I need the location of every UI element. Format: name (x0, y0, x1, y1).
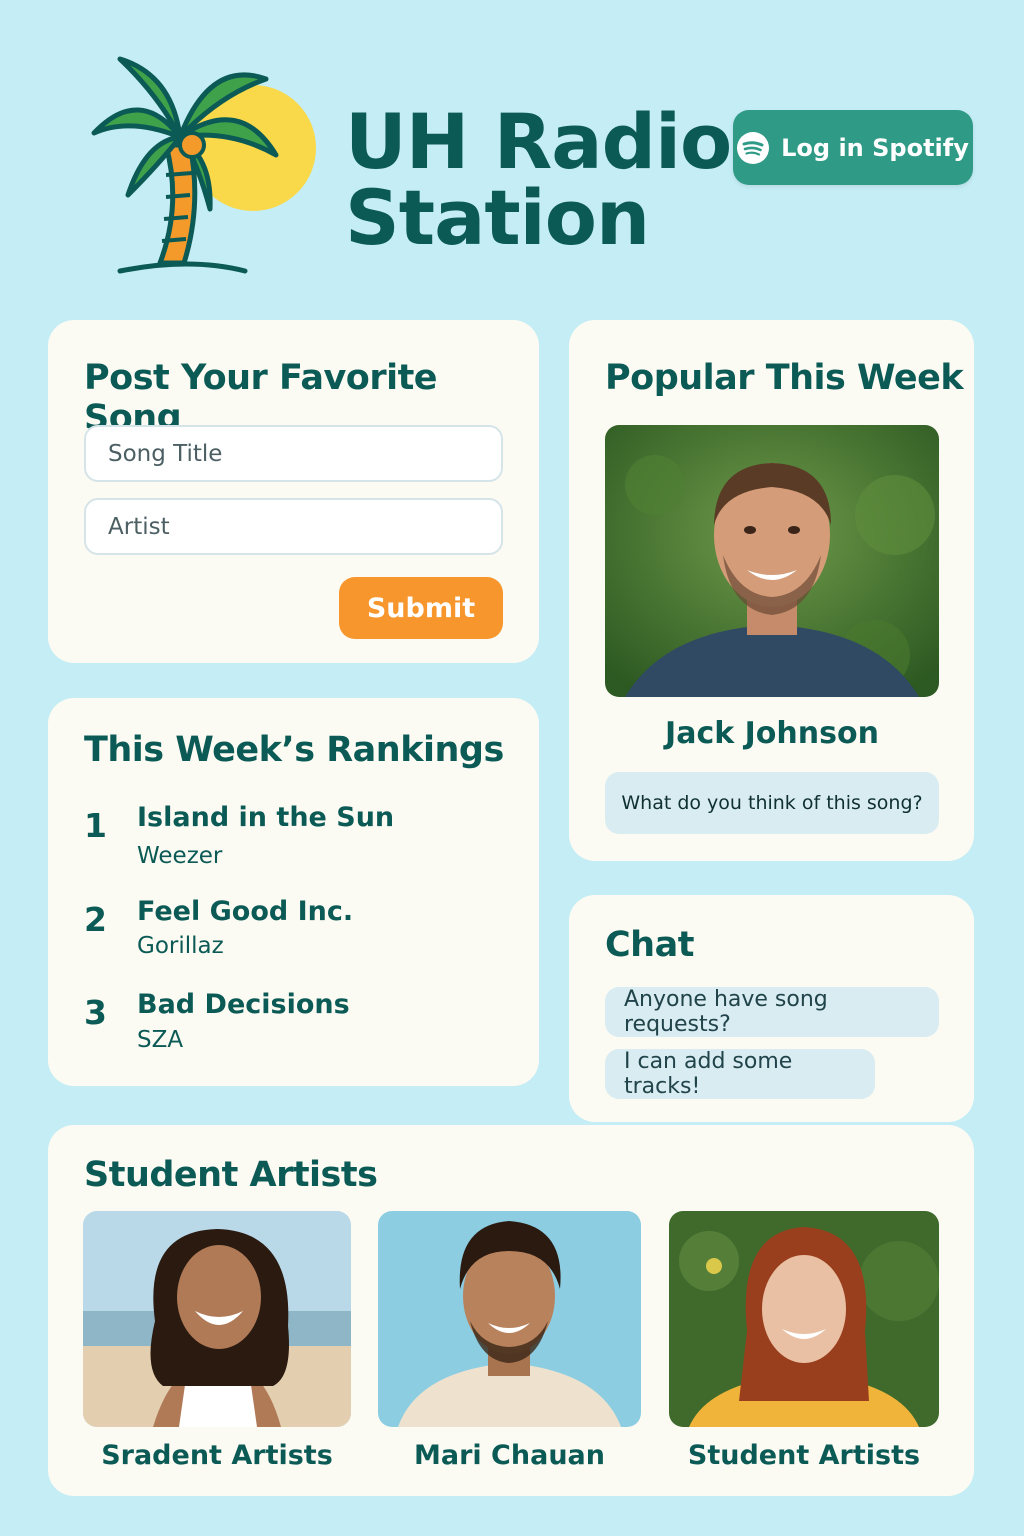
song-feedback-prompt[interactable]: What do you think of this song? (605, 772, 939, 834)
student-artist-photo[interactable] (83, 1211, 351, 1427)
submit-button[interactable]: Submit (339, 577, 503, 639)
ranking-song: Island in the Sun (137, 802, 395, 833)
spotify-login-button[interactable]: Log in Spotify (733, 110, 973, 185)
student-artist-name: Mari Chauan (414, 1440, 605, 1471)
student-artist-photo[interactable] (669, 1211, 939, 1427)
student-artists-card: Student Artists Sradent Artists Mari Cha… (48, 1125, 974, 1496)
page-title-line-2: Station (345, 173, 650, 262)
artist-portrait-image (669, 1211, 939, 1427)
palm-tree-logo-icon (91, 56, 316, 274)
chat-message: I can add some tracks! (605, 1049, 875, 1099)
spotify-icon (737, 131, 770, 164)
chat-message: Anyone have song requests? (605, 987, 939, 1037)
artist-input[interactable] (84, 498, 503, 555)
chat-card: Chat Anyone have song requests? I can ad… (569, 895, 974, 1122)
student-artist-name: Sradent Artists (101, 1440, 333, 1471)
chat-message-text: Anyone have song requests? (624, 987, 828, 1037)
popular-title: Popular This Week (605, 358, 964, 398)
ranking-number: 2 (84, 900, 107, 939)
artist-portrait-image (605, 425, 939, 697)
ranking-number: 3 (84, 993, 107, 1032)
student-artist-photo[interactable] (378, 1211, 641, 1427)
ranking-song: Bad Decisions (137, 989, 350, 1020)
ranking-number: 1 (84, 806, 107, 845)
ranking-song: Feel Good Inc. (137, 896, 354, 927)
ranking-artist: Weezer (137, 843, 223, 869)
ranking-artist: SZA (137, 1027, 184, 1053)
ranking-item[interactable]: 2 Feel Good Inc. Gorillaz (84, 896, 504, 966)
student-artists-title: Student Artists (84, 1155, 378, 1195)
chat-title: Chat (605, 925, 694, 965)
chat-message-text: I can add some tracks! (624, 1049, 793, 1099)
popular-card: Popular This Week Jack Johnson What do y… (569, 320, 974, 861)
popular-artist-name: Jack Johnson (665, 716, 879, 751)
logo (80, 45, 330, 285)
rankings-title: This Week’s Rankings (84, 730, 504, 770)
ranking-item[interactable]: 1 Island in the Sun Weezer (84, 802, 504, 872)
artist-portrait-image (83, 1211, 351, 1427)
ranking-item[interactable]: 3 Bad Decisions SZA (84, 989, 504, 1059)
song-feedback-label: What do you think of this song? (621, 792, 923, 814)
artist-portrait-image (378, 1211, 641, 1427)
student-artist-name: Student Artists (687, 1440, 921, 1471)
spotify-login-label: Log in Spotify (781, 133, 969, 162)
song-title-input[interactable] (84, 425, 503, 482)
popular-artist-photo[interactable] (605, 425, 939, 697)
post-song-card: Post Your Favorite Song Submit (48, 320, 539, 663)
rankings-card: This Week’s Rankings 1 Island in the Sun… (48, 698, 539, 1086)
ranking-artist: Gorillaz (137, 933, 224, 959)
page-title-line-1: UH Radio (345, 97, 732, 186)
